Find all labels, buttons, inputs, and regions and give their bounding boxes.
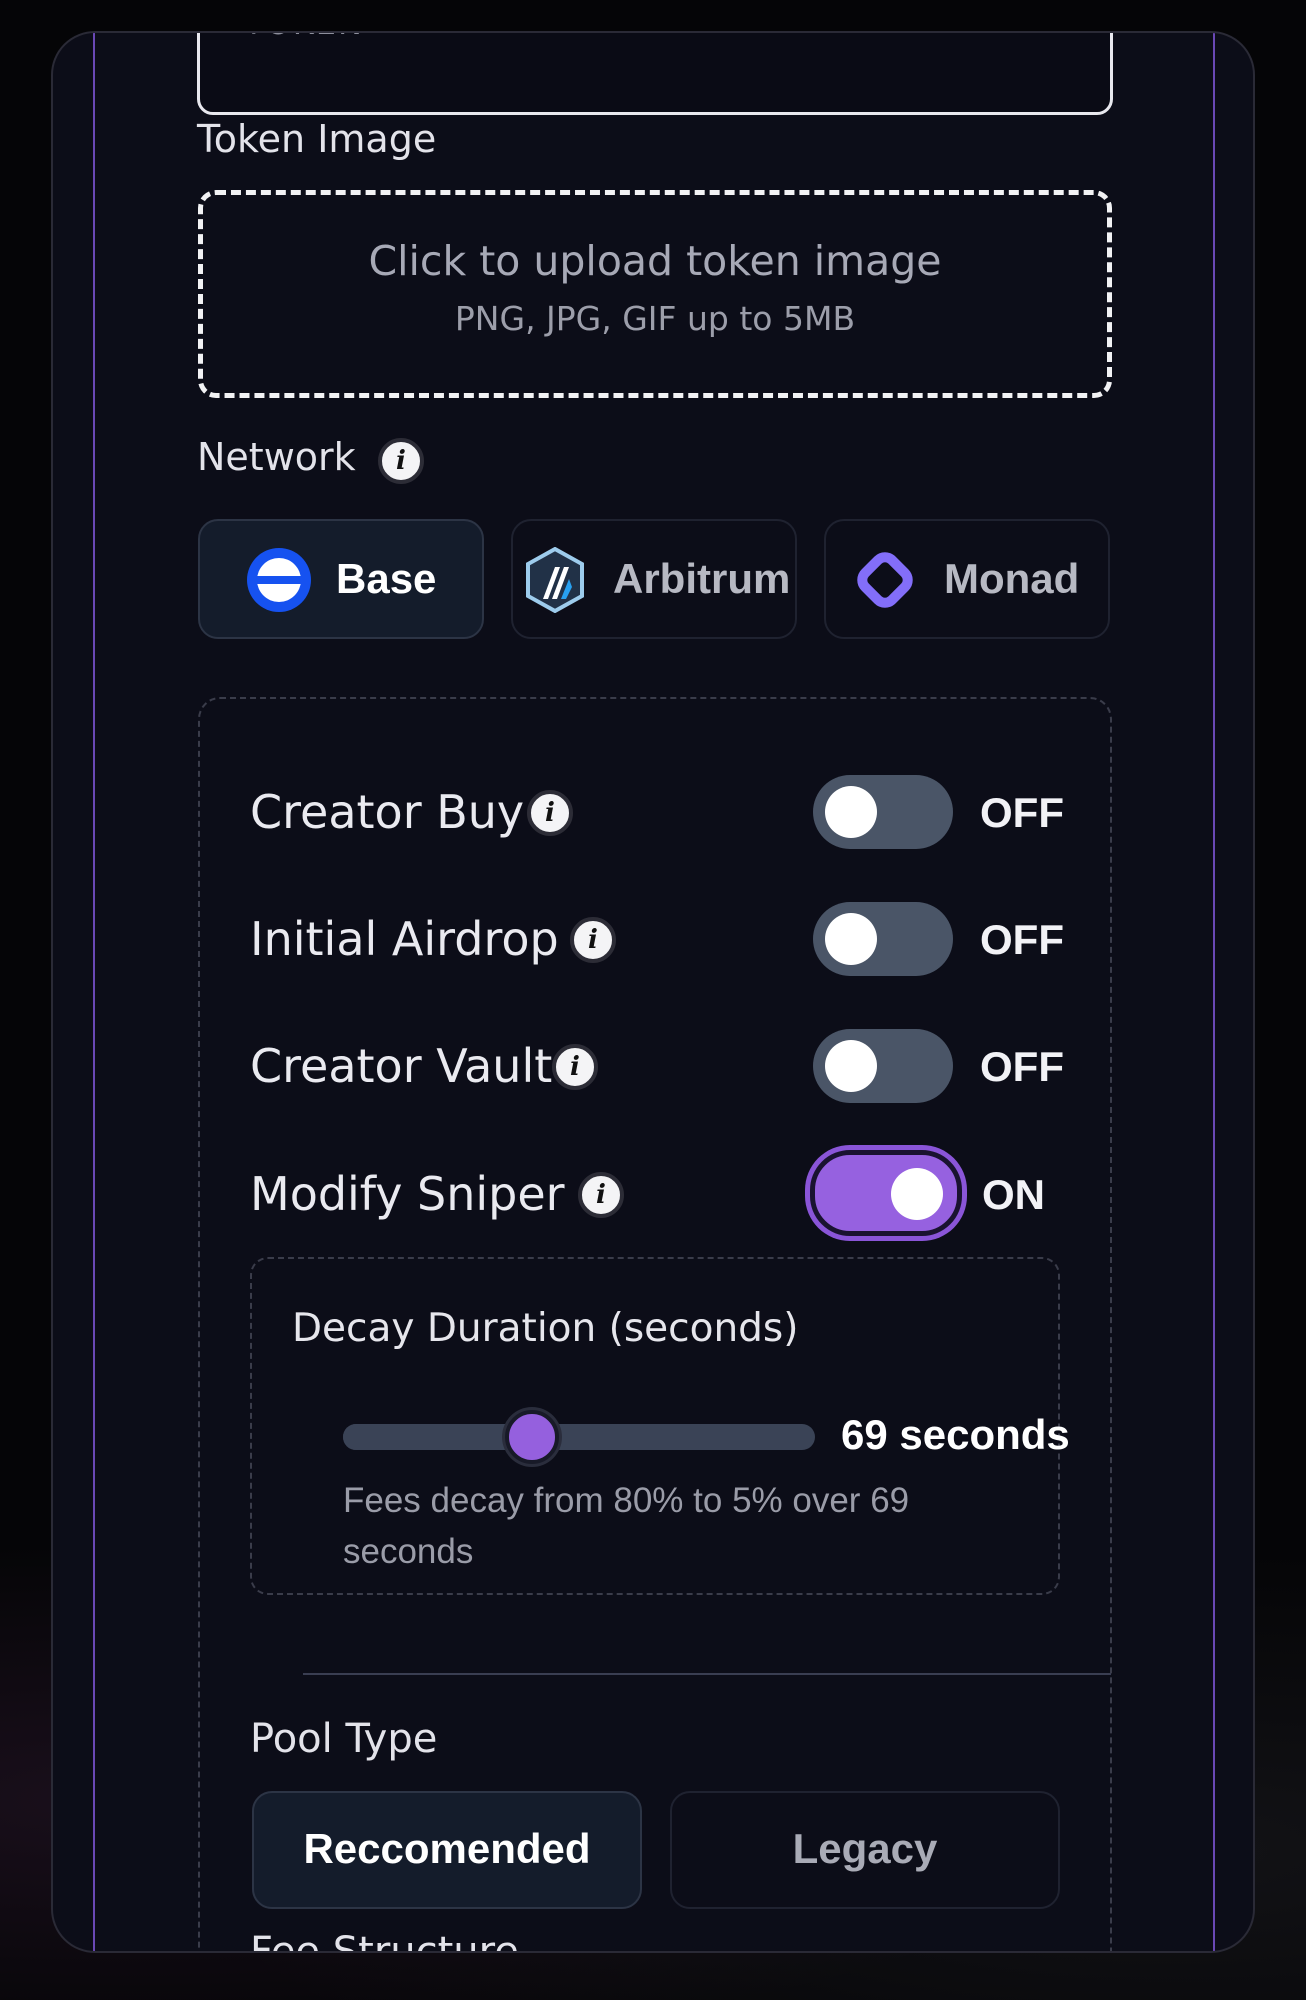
network-option-label: Monad <box>944 555 1080 602</box>
creator-vault-toggle[interactable] <box>813 1029 953 1103</box>
decay-duration-label: Decay Duration (seconds) <box>292 1306 799 1351</box>
modify-sniper-toggle[interactable] <box>810 1150 962 1236</box>
creator-vault-label: Creator Vault <box>250 1039 553 1093</box>
network-label: Network <box>197 435 356 479</box>
network-option-monad[interactable]: Monad <box>824 519 1110 639</box>
upload-title: Click to upload token image <box>368 237 942 285</box>
creator-vault-info-icon[interactable]: i <box>552 1044 598 1090</box>
network-option-arbitrum[interactable]: Arbitrum <box>511 519 797 639</box>
arbitrum-logo-icon <box>526 547 584 613</box>
creator-buy-state: OFF <box>980 789 1064 836</box>
modify-sniper-label: Modify Sniper <box>250 1167 565 1221</box>
initial-airdrop-info-icon[interactable]: i <box>570 917 616 963</box>
pool-type-option-label: Legacy <box>792 1825 938 1872</box>
decay-hint-line-2: seconds <box>343 1532 474 1571</box>
network-option-label: Arbitrum <box>613 555 791 602</box>
token-image-label: Token Image <box>197 117 437 161</box>
toggle-knob <box>891 1168 943 1220</box>
token-image-upload-dropzone[interactable]: Click to upload token image PNG, JPG, GI… <box>198 190 1112 398</box>
initial-airdrop-toggle[interactable] <box>813 902 953 976</box>
slider-fill <box>343 1424 532 1450</box>
creator-vault-state: OFF <box>980 1043 1064 1090</box>
creator-buy-info-icon[interactable]: i <box>527 790 573 836</box>
pool-type-option-legacy[interactable]: Legacy <box>670 1791 1060 1909</box>
decay-hint-line-1: Fees decay from 80% to 5% over 69 <box>343 1481 910 1520</box>
create-token-card: TOKEN Token Image Click to upload token … <box>51 31 1255 1953</box>
toggle-knob <box>825 786 877 838</box>
pool-type-label: Pool Type <box>250 1716 438 1762</box>
creator-buy-toggle[interactable] <box>813 775 953 849</box>
base-logo-icon <box>247 548 311 612</box>
pool-type-option-reccomended[interactable]: Reccomended <box>252 1791 642 1909</box>
modify-sniper-info-icon[interactable]: i <box>578 1172 624 1218</box>
modify-sniper-state: ON <box>982 1171 1045 1218</box>
toggle-knob <box>825 913 877 965</box>
toggle-knob <box>825 1040 877 1092</box>
token-symbol-input[interactable]: TOKEN <box>197 33 1113 115</box>
network-option-base[interactable]: Base <box>198 519 484 639</box>
upload-hint: PNG, JPG, GIF up to 5MB <box>454 299 856 338</box>
pool-type-option-label: Reccomended <box>303 1825 591 1872</box>
network-option-label: Base <box>336 555 437 602</box>
initial-airdrop-label: Initial Airdrop <box>250 912 559 966</box>
network-info-icon[interactable]: i <box>378 438 424 484</box>
left-accent-line <box>93 33 95 1951</box>
creator-buy-label: Creator Buy <box>250 785 525 839</box>
monad-logo-icon <box>857 552 913 608</box>
token-symbol-placeholder: TOKEN <box>244 33 364 42</box>
fee-structure-label: Fee Structure <box>250 1929 519 1953</box>
decay-duration-slider-handle[interactable] <box>504 1410 559 1464</box>
right-accent-line <box>1213 33 1215 1951</box>
decay-duration-slider-track[interactable] <box>343 1424 815 1450</box>
decay-duration-value: 69 seconds <box>841 1411 1070 1458</box>
section-divider <box>303 1673 1111 1675</box>
initial-airdrop-state: OFF <box>980 916 1064 963</box>
